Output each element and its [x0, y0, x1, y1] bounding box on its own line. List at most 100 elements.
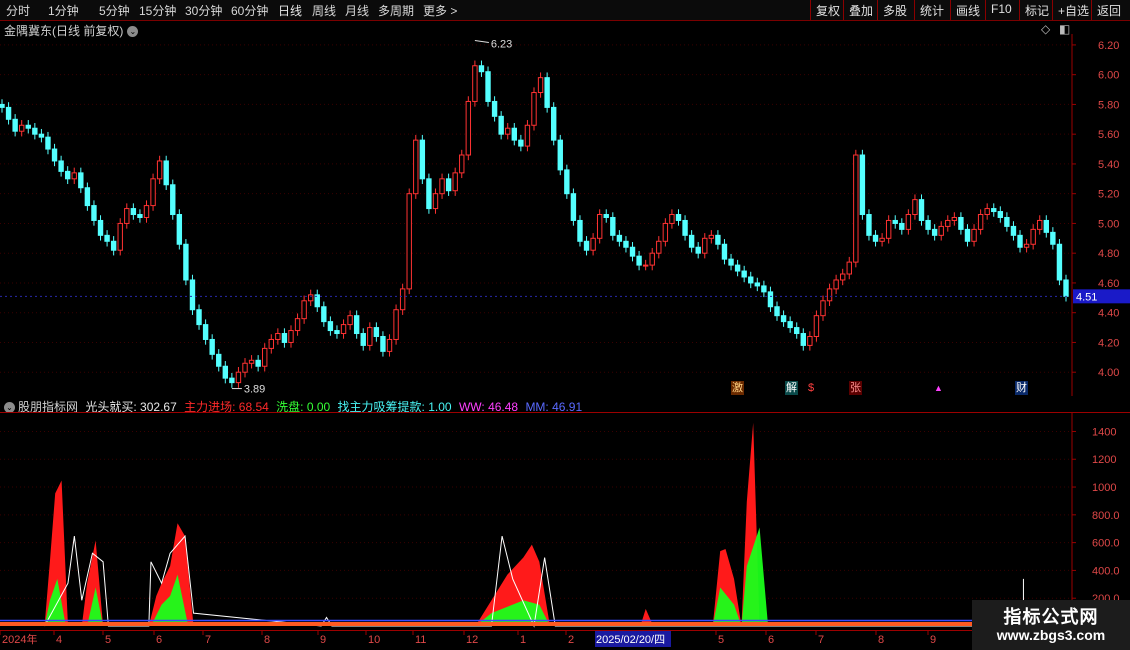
price-candle — [0, 103, 5, 108]
price-candle — [662, 222, 669, 242]
price-axis-label: 4.80 — [1098, 248, 1119, 260]
price-axis-label: 5.60 — [1098, 129, 1119, 141]
price-candle — [925, 219, 931, 230]
price-candle — [478, 65, 485, 73]
price-candle — [629, 246, 636, 257]
period-tab-daily[interactable]: 日线 — [278, 2, 302, 19]
price-candle — [931, 228, 938, 236]
price-candle — [110, 240, 117, 251]
period-tab-1min[interactable]: 1分钟 — [48, 2, 79, 19]
date-axis-label: 8 — [264, 634, 270, 646]
price-candle — [360, 333, 366, 346]
watermark-url: www.zbgs3.com — [996, 627, 1106, 643]
price-candle — [104, 234, 110, 242]
price-candle — [150, 178, 156, 207]
event-marker[interactable]: $ — [807, 381, 815, 395]
period-toolbar: 分时 1分钟 5分钟 15分钟 30分钟 60分钟 日线 周线 月线 多周期 更… — [0, 0, 1130, 21]
fuquan-button[interactable]: 复权 — [810, 0, 845, 20]
price-candle — [176, 214, 183, 245]
price-axis-label: 4.20 — [1098, 337, 1119, 349]
period-tab-5min[interactable]: 5分钟 — [99, 2, 130, 19]
price-candle — [866, 214, 872, 236]
period-tab-fenshi[interactable]: 分时 — [6, 2, 30, 19]
price-candle — [905, 214, 912, 230]
event-marker[interactable]: 激 — [731, 381, 744, 395]
price-candle — [754, 282, 761, 287]
price-candle — [964, 228, 971, 242]
price-candle — [767, 291, 774, 308]
period-tab-monthly[interactable]: 月线 — [345, 2, 369, 19]
indicator-chart[interactable]: 140012001000800.0600.0400.0200.0 — [0, 412, 1130, 630]
indicator-axis-label: 600.0 — [1092, 538, 1120, 550]
price-candle — [636, 255, 642, 266]
price-candle — [156, 160, 163, 180]
price-candle — [426, 178, 432, 210]
event-marker[interactable]: 解 — [785, 381, 798, 395]
price-candle — [393, 309, 399, 340]
price-candle — [71, 172, 77, 180]
price-candle — [610, 216, 616, 236]
event-marker[interactable]: 财 — [1015, 381, 1028, 395]
price-candle — [708, 234, 715, 239]
date-axis-label: 2025/02/20/四 — [596, 634, 665, 646]
price-axis-label: 4.60 — [1098, 278, 1119, 290]
mark-button[interactable]: 标记 — [1019, 0, 1054, 20]
date-axis-label: 7 — [205, 634, 211, 646]
price-candle — [649, 252, 655, 266]
overlay-button[interactable]: 叠加 — [843, 0, 878, 20]
price-axis-label: 5.20 — [1098, 189, 1119, 201]
price-candle — [229, 377, 235, 384]
draw-line-button[interactable]: 画线 — [950, 0, 985, 20]
price-candle — [419, 139, 426, 180]
price-candle — [741, 270, 747, 278]
price-candle — [1004, 216, 1010, 227]
price-candle — [511, 127, 517, 141]
date-axis-label: 4 — [56, 634, 62, 646]
price-candle — [281, 333, 288, 343]
price-candle — [524, 124, 531, 147]
price-candle — [367, 327, 373, 346]
period-tab-multi[interactable]: 多周期 — [378, 2, 414, 19]
price-candle — [406, 193, 412, 290]
back-button[interactable]: 返回 — [1091, 0, 1130, 20]
event-marker[interactable]: 张 — [849, 381, 862, 395]
price-candle — [1050, 231, 1056, 245]
price-candle — [1023, 243, 1030, 248]
price-candle — [938, 225, 944, 236]
price-candle — [327, 321, 334, 332]
event-marker[interactable]: ▲ — [933, 381, 944, 395]
price-candle — [885, 219, 892, 239]
price-candle — [334, 330, 340, 335]
price-candle — [340, 324, 347, 335]
price-candle — [656, 240, 662, 254]
date-axis-label: 11 — [415, 634, 426, 646]
add-favorite-button[interactable]: +自选 — [1052, 0, 1094, 20]
price-candle — [642, 264, 649, 267]
period-tab-weekly[interactable]: 周线 — [312, 2, 336, 19]
current-price-value: 4.51 — [1076, 291, 1097, 303]
price-candle — [347, 315, 353, 326]
price-candlestick-chart[interactable]: 6.20 6.00 5.80 5.60 5.40 5.20 5.00 4.80 4.60 4.40… — [0, 34, 1130, 396]
multi-stock-button[interactable]: 多股 — [877, 0, 912, 20]
price-axis-label: 4.00 — [1098, 367, 1119, 379]
price-candle — [130, 208, 137, 216]
price-candle — [688, 234, 695, 248]
period-tab-15min[interactable]: 15分钟 — [139, 2, 176, 19]
period-tab-30min[interactable]: 30分钟 — [185, 2, 222, 19]
price-candle — [399, 288, 406, 311]
period-tab-more[interactable]: 更多 > — [423, 2, 457, 19]
date-axis-label: 1 — [520, 634, 526, 646]
price-candle — [216, 353, 222, 367]
price-axis-label: 4.40 — [1098, 308, 1119, 320]
price-candle — [787, 321, 793, 329]
price-candle — [459, 154, 465, 174]
indicator-axis-label: 400.0 — [1092, 565, 1120, 577]
price-candle — [800, 333, 806, 346]
price-candle — [32, 127, 38, 135]
price-axis-label: 5.80 — [1098, 99, 1119, 111]
f10-button[interactable]: F10 — [985, 0, 1017, 20]
date-axis-label: 8 — [878, 634, 884, 646]
price-candle — [958, 216, 964, 230]
statistics-button[interactable]: 统计 — [914, 0, 949, 20]
period-tab-60min[interactable]: 60分钟 — [231, 2, 268, 19]
